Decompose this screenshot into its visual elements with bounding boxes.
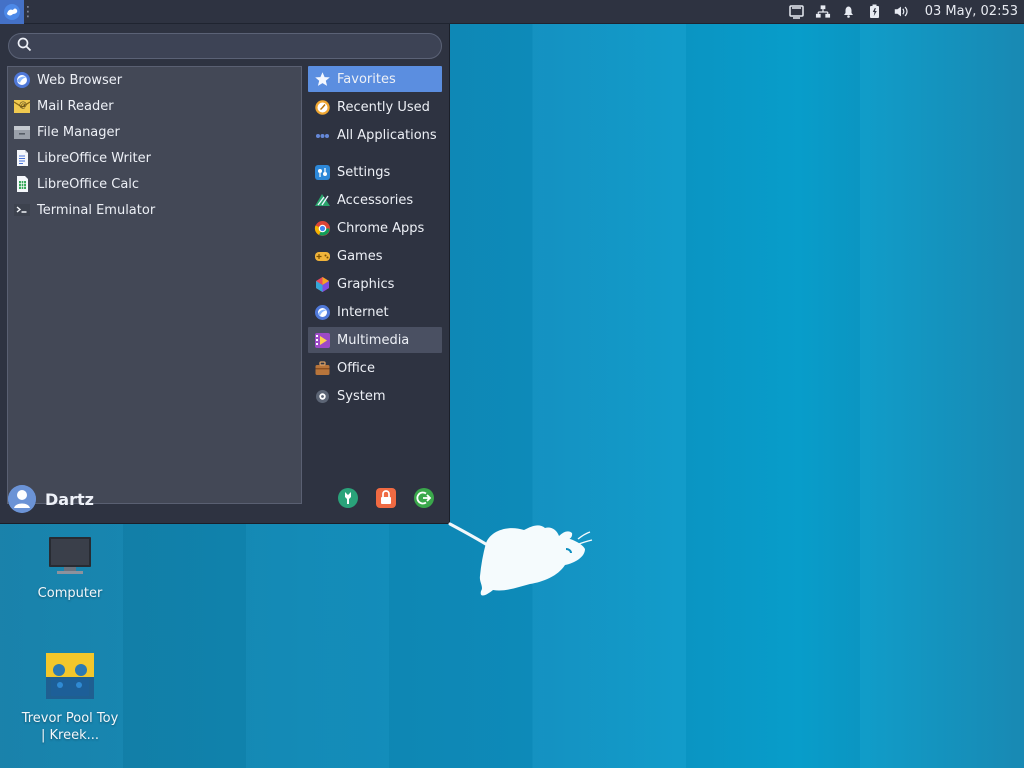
logout-button[interactable] [412,488,436,512]
network-icon[interactable] [815,4,831,20]
desktop-label: Trevor Pool Toy | Kreek... [21,711,119,743]
search-icon [17,37,32,56]
user-info: Dartz [8,485,94,513]
system-tray: 03 May, 02:53 [789,4,1024,20]
panel-left: ⋮ [0,0,35,24]
user-name: Dartz [45,489,94,509]
settings-manager-button[interactable] [336,488,360,512]
category-recently-used[interactable]: Recently Used [308,94,442,120]
xfce-mouse-wallpaper-icon [448,522,593,596]
menu-footer: Dartz [8,485,442,517]
category-label: Games [337,248,383,264]
favorite-label: File Manager [37,124,120,140]
image-thumbnail-icon [18,652,122,704]
web-browser-icon [12,70,32,90]
display-icon[interactable] [789,4,805,20]
lock-icon [375,487,397,513]
notification-icon[interactable] [841,4,857,20]
whisker-menu: Web Browser @ Mail Reader File Manager L… [0,24,450,524]
chrome-icon [312,218,332,238]
battery-icon[interactable] [867,4,883,20]
favorite-label: LibreOffice Writer [37,150,151,166]
top-panel: ⋮ 03 May, 02:53 [0,0,1024,24]
category-label: Recently Used [337,99,430,115]
lock-screen-button[interactable] [374,488,398,512]
desktop-label: Computer [37,586,103,601]
star-icon [312,69,332,89]
category-internet[interactable]: Internet [308,299,442,325]
svg-text:@: @ [19,100,27,109]
logout-icon [413,487,435,513]
category-label: Multimedia [337,332,410,348]
avatar [8,485,36,513]
category-system[interactable]: System [308,383,442,409]
file-manager-icon [12,122,32,142]
accessories-icon [312,190,332,210]
games-icon [312,246,332,266]
category-multimedia[interactable]: Multimedia [308,327,442,353]
category-label: Accessories [337,192,414,208]
favorite-label: Terminal Emulator [37,202,156,218]
desktop-icon-image-file[interactable]: Trevor Pool Toy | Kreek... [18,652,122,744]
favorite-terminal-emulator[interactable]: Terminal Emulator [8,197,301,223]
xfce-mouse-icon [4,3,20,20]
graphics-icon [312,274,332,294]
favorite-label: Mail Reader [37,98,114,114]
internet-icon [312,302,332,322]
category-label: System [337,388,386,404]
system-icon [312,386,332,406]
category-games[interactable]: Games [308,243,442,269]
category-office[interactable]: Office [308,355,442,381]
mail-reader-icon: @ [12,96,32,116]
settings-icon [312,162,332,182]
libreoffice-calc-icon [12,174,32,194]
category-settings[interactable]: Settings [308,159,442,185]
categories-list: Favorites Recently Used All Applications… [308,66,442,412]
favorite-label: LibreOffice Calc [37,176,140,192]
office-icon [312,358,332,378]
category-accessories[interactable]: Accessories [308,187,442,213]
favorites-list: Web Browser @ Mail Reader File Manager L… [7,66,302,504]
clock-icon [312,97,332,117]
panel-handle[interactable]: ⋮ [21,0,35,24]
favorite-libreoffice-calc[interactable]: LibreOffice Calc [8,171,301,197]
all-apps-icon [312,125,332,145]
category-chrome-apps[interactable]: Chrome Apps [308,215,442,241]
search-box[interactable] [8,33,442,59]
category-label: Chrome Apps [337,220,425,236]
favorite-web-browser[interactable]: Web Browser [8,67,301,93]
category-label: Office [337,360,375,376]
category-favorites[interactable]: Favorites [308,66,442,92]
volume-icon[interactable] [893,4,909,20]
clock[interactable]: 03 May, 02:53 [919,4,1018,19]
favorite-libreoffice-writer[interactable]: LibreOffice Writer [8,145,301,171]
category-all-applications[interactable]: All Applications [308,122,442,148]
category-label: Favorites [337,71,396,87]
favorite-label: Web Browser [37,72,123,88]
favorite-mail-reader[interactable]: @ Mail Reader [8,93,301,119]
settings-manager-icon [337,487,359,513]
category-label: Internet [337,304,389,320]
category-label: All Applications [337,127,437,143]
multimedia-icon [312,330,332,350]
computer-icon [23,535,117,579]
desktop-icon-computer[interactable]: Computer [23,535,117,602]
category-label: Settings [337,164,391,180]
libreoffice-writer-icon [12,148,32,168]
search-input[interactable] [36,34,441,58]
favorite-file-manager[interactable]: File Manager [8,119,301,145]
category-graphics[interactable]: Graphics [308,271,442,297]
terminal-icon [12,200,32,220]
category-label: Graphics [337,276,395,292]
